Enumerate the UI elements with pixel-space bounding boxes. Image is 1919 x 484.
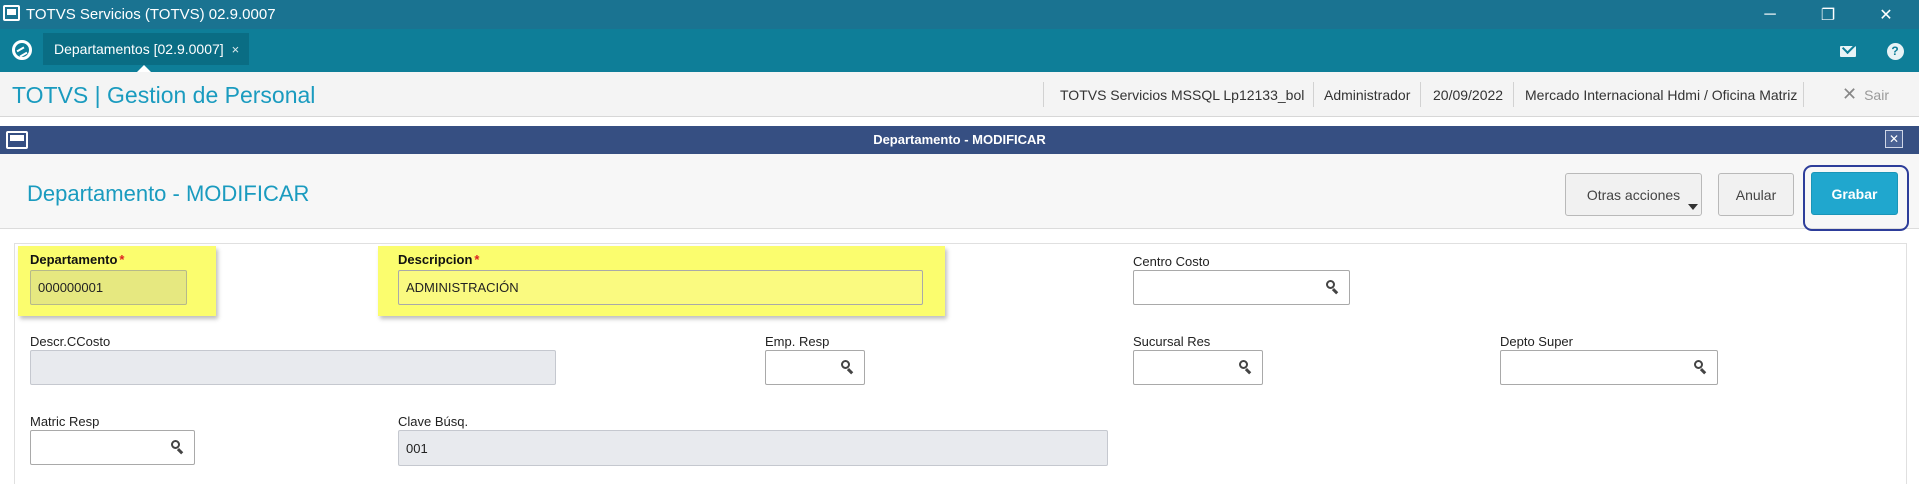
clave-busq-field[interactable]: 001 — [398, 430, 1108, 466]
header-divider — [1043, 82, 1044, 107]
caret-down-icon — [1688, 204, 1698, 210]
tab-label: Departamentos [02.9.0007] — [54, 41, 224, 57]
cancel-label: Anular — [1735, 186, 1777, 203]
sucursal-res-label: Sucursal Res — [1133, 334, 1211, 349]
app-window-icon — [3, 5, 20, 21]
descr-ccosto-field[interactable] — [30, 350, 556, 385]
tab-close-icon[interactable]: × — [232, 42, 240, 57]
mail-icon — [1840, 45, 1856, 57]
date-label: 20/09/2022 — [1433, 86, 1504, 103]
emp-resp-field[interactable] — [765, 350, 865, 385]
app-title: TOTVS | Gestion de Personal — [12, 82, 316, 108]
close-icon: ✕ — [1842, 84, 1858, 104]
other-actions-label: Otras acciones — [1586, 186, 1681, 203]
search-icon[interactable] — [1326, 280, 1339, 293]
company-label: Mercado Internacional Hdmi / Oficina Mat… — [1525, 86, 1798, 103]
matric-resp-label: Matric Resp — [30, 414, 100, 429]
save-button[interactable]: Grabar — [1811, 172, 1898, 215]
active-tab-pointer — [137, 65, 151, 72]
matric-resp-field[interactable] — [30, 430, 195, 465]
cancel-button[interactable]: Anular — [1718, 173, 1794, 216]
sucursal-res-field[interactable] — [1133, 350, 1263, 385]
other-actions-button[interactable]: Otras acciones — [1565, 173, 1702, 216]
close-window-button[interactable]: ✕ — [1863, 0, 1909, 29]
centro-costo-field[interactable] — [1133, 270, 1350, 305]
search-icon[interactable] — [171, 440, 184, 453]
restore-button[interactable]: ❐ — [1805, 0, 1851, 29]
clave-busq-label: Clave Búsq. — [398, 414, 469, 429]
exit-button[interactable]: ✕ Sair — [1842, 72, 1889, 117]
help-button[interactable]: ? — [1878, 37, 1912, 65]
departamento-label-text: Departamento — [30, 252, 118, 267]
exit-label: Sair — [1864, 86, 1889, 103]
descripcion-value: ADMINISTRACIÓN — [406, 280, 519, 295]
dialog-title-bar: Departamento - MODIFICAR ✕ — [0, 126, 1919, 154]
depto-super-label: Depto Super — [1500, 334, 1573, 349]
emp-resp-label: Emp. Resp — [765, 334, 830, 349]
window-title: TOTVS Servicios (TOTVS) 02.9.0007 — [26, 6, 276, 23]
app-header: TOTVS | Gestion de Personal TOTVS Servic… — [0, 72, 1919, 117]
header-divider — [1313, 82, 1314, 107]
required-mark: * — [474, 252, 480, 267]
descr-ccosto-label: Descr.CCosto — [30, 334, 111, 349]
search-icon[interactable] — [841, 360, 854, 373]
page-title: Departamento - MODIFICAR — [27, 181, 310, 206]
descripcion-label: Descripcion * — [398, 252, 479, 267]
departamento-field[interactable]: 000000001 — [30, 270, 187, 305]
header-divider — [1803, 82, 1804, 107]
search-icon[interactable] — [1694, 360, 1707, 373]
environment-label: TOTVS Servicios MSSQL Lp12133_bol — [1060, 86, 1305, 103]
user-label: Administrador — [1324, 86, 1411, 103]
minimize-button[interactable]: ─ — [1747, 0, 1793, 29]
mail-button[interactable] — [1831, 37, 1865, 65]
departamento-label: Departamento * — [30, 252, 124, 267]
centro-costo-label: Centro Costo — [1133, 254, 1210, 269]
search-icon[interactable] — [1239, 360, 1252, 373]
required-mark: * — [119, 252, 125, 267]
header-divider — [1513, 82, 1514, 107]
save-label: Grabar — [1831, 185, 1878, 202]
tab-departamentos[interactable]: Departamentos [02.9.0007] × — [43, 33, 250, 65]
dialog-title: Departamento - MODIFICAR — [873, 132, 1046, 147]
descripcion-field[interactable]: ADMINISTRACIÓN — [398, 270, 923, 305]
descripcion-label-text: Descripcion — [398, 252, 473, 267]
totvs-logo-icon[interactable] — [12, 40, 32, 60]
dialog-close-button[interactable]: ✕ — [1885, 130, 1903, 148]
tab-bar: Departamentos [02.9.0007] × ? — [0, 29, 1919, 72]
window-title-bar: TOTVS Servicios (TOTVS) 02.9.0007 ─ ❐ ✕ — [0, 0, 1919, 29]
header-divider — [1420, 82, 1421, 107]
depto-super-field[interactable] — [1500, 350, 1718, 385]
help-icon: ? — [1886, 42, 1904, 60]
departamento-value: 000000001 — [38, 280, 104, 295]
clave-busq-value: 001 — [406, 440, 428, 456]
